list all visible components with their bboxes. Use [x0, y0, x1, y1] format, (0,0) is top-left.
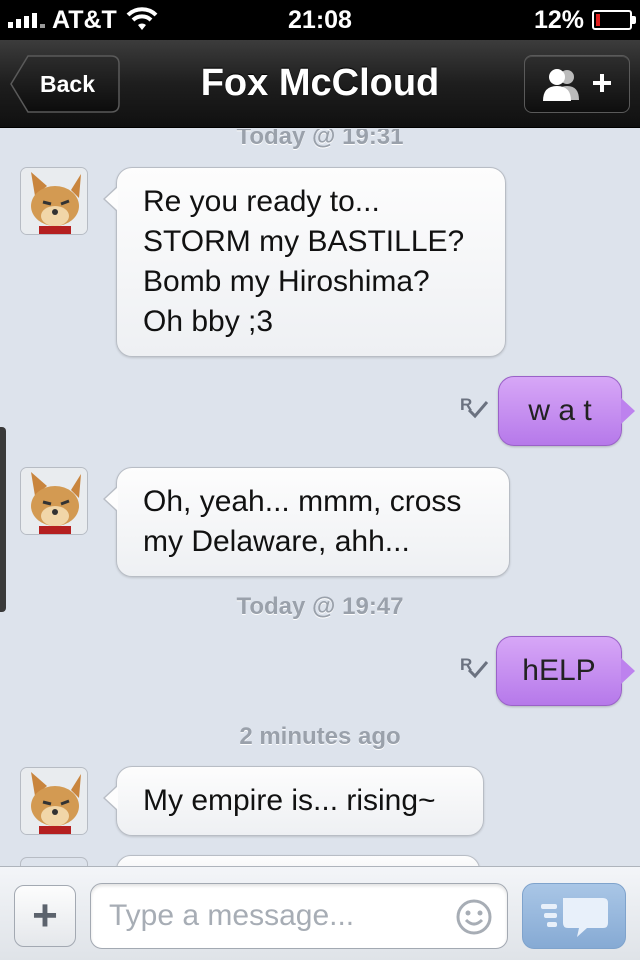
message-line: my Delaware, ahh...: [143, 525, 410, 558]
fox-avatar-image: [21, 468, 87, 534]
attach-button[interactable]: +: [14, 885, 76, 947]
timestamp: Today @ 19:47: [236, 593, 404, 620]
conversation-title: Fox McCloud: [200, 62, 440, 104]
nav-bar: Back Fox McCloud: [0, 40, 640, 128]
message-input[interactable]: [109, 884, 449, 948]
battery-icon: [592, 10, 636, 30]
message-line: Oh, yeah... mmm, cross: [143, 485, 462, 518]
plus-icon: +: [32, 891, 58, 940]
incoming-message-bubble[interactable]: Oh, yeah... mmm, cross my Delaware, ahh.…: [103, 467, 510, 577]
message-field[interactable]: [90, 883, 508, 949]
back-button-label: Back: [40, 71, 95, 97]
send-bubble-icon: [541, 898, 608, 937]
message-line: Bomb my Hiroshima?: [143, 265, 430, 298]
incoming-message-bubble[interactable]: My empire is... rising~: [103, 766, 484, 836]
message-line: Re you ready to...: [143, 185, 380, 218]
read-receipt-icon: R: [460, 655, 492, 687]
timestamp: 2 minutes ago: [239, 723, 401, 750]
add-contact-button[interactable]: [524, 55, 630, 113]
incoming-message-bubble[interactable]: Re you ready to... STORM my BASTILLE? Bo…: [103, 167, 506, 357]
avatar[interactable]: [20, 467, 88, 535]
fox-avatar-image: [21, 168, 87, 234]
message-line: My empire is... rising~: [143, 784, 436, 817]
avatar[interactable]: [20, 767, 88, 835]
add-contact-icon: [543, 69, 611, 101]
back-button[interactable]: Back: [10, 55, 120, 113]
timestamp: Today @ 19:31: [236, 129, 404, 150]
battery-fill: [596, 14, 600, 26]
send-button[interactable]: [522, 883, 626, 949]
chat-thread[interactable]: Today @ 19:31 Re you ready to... STORM m…: [0, 129, 640, 866]
status-bar: AT&T 21:08 12%: [0, 0, 640, 40]
avatar[interactable]: [20, 857, 88, 866]
incoming-message-bubble[interactable]: [116, 855, 480, 866]
fox-avatar-image: [21, 768, 87, 834]
side-drawer-handle[interactable]: [0, 427, 6, 612]
message-text: hELP: [522, 654, 596, 687]
message-line: Oh bby ;3: [143, 305, 274, 338]
battery-percent: 12%: [533, 6, 584, 34]
read-receipt-icon: R: [460, 395, 492, 427]
outgoing-message-bubble[interactable]: w a t: [498, 376, 635, 446]
message-line: STORM my BASTILLE?: [143, 225, 465, 258]
message-input-bar: +: [0, 866, 640, 960]
outgoing-message-bubble[interactable]: hELP: [496, 636, 635, 706]
message-text: w a t: [528, 394, 592, 427]
avatar[interactable]: [20, 167, 88, 235]
smiley-icon[interactable]: [455, 898, 493, 936]
